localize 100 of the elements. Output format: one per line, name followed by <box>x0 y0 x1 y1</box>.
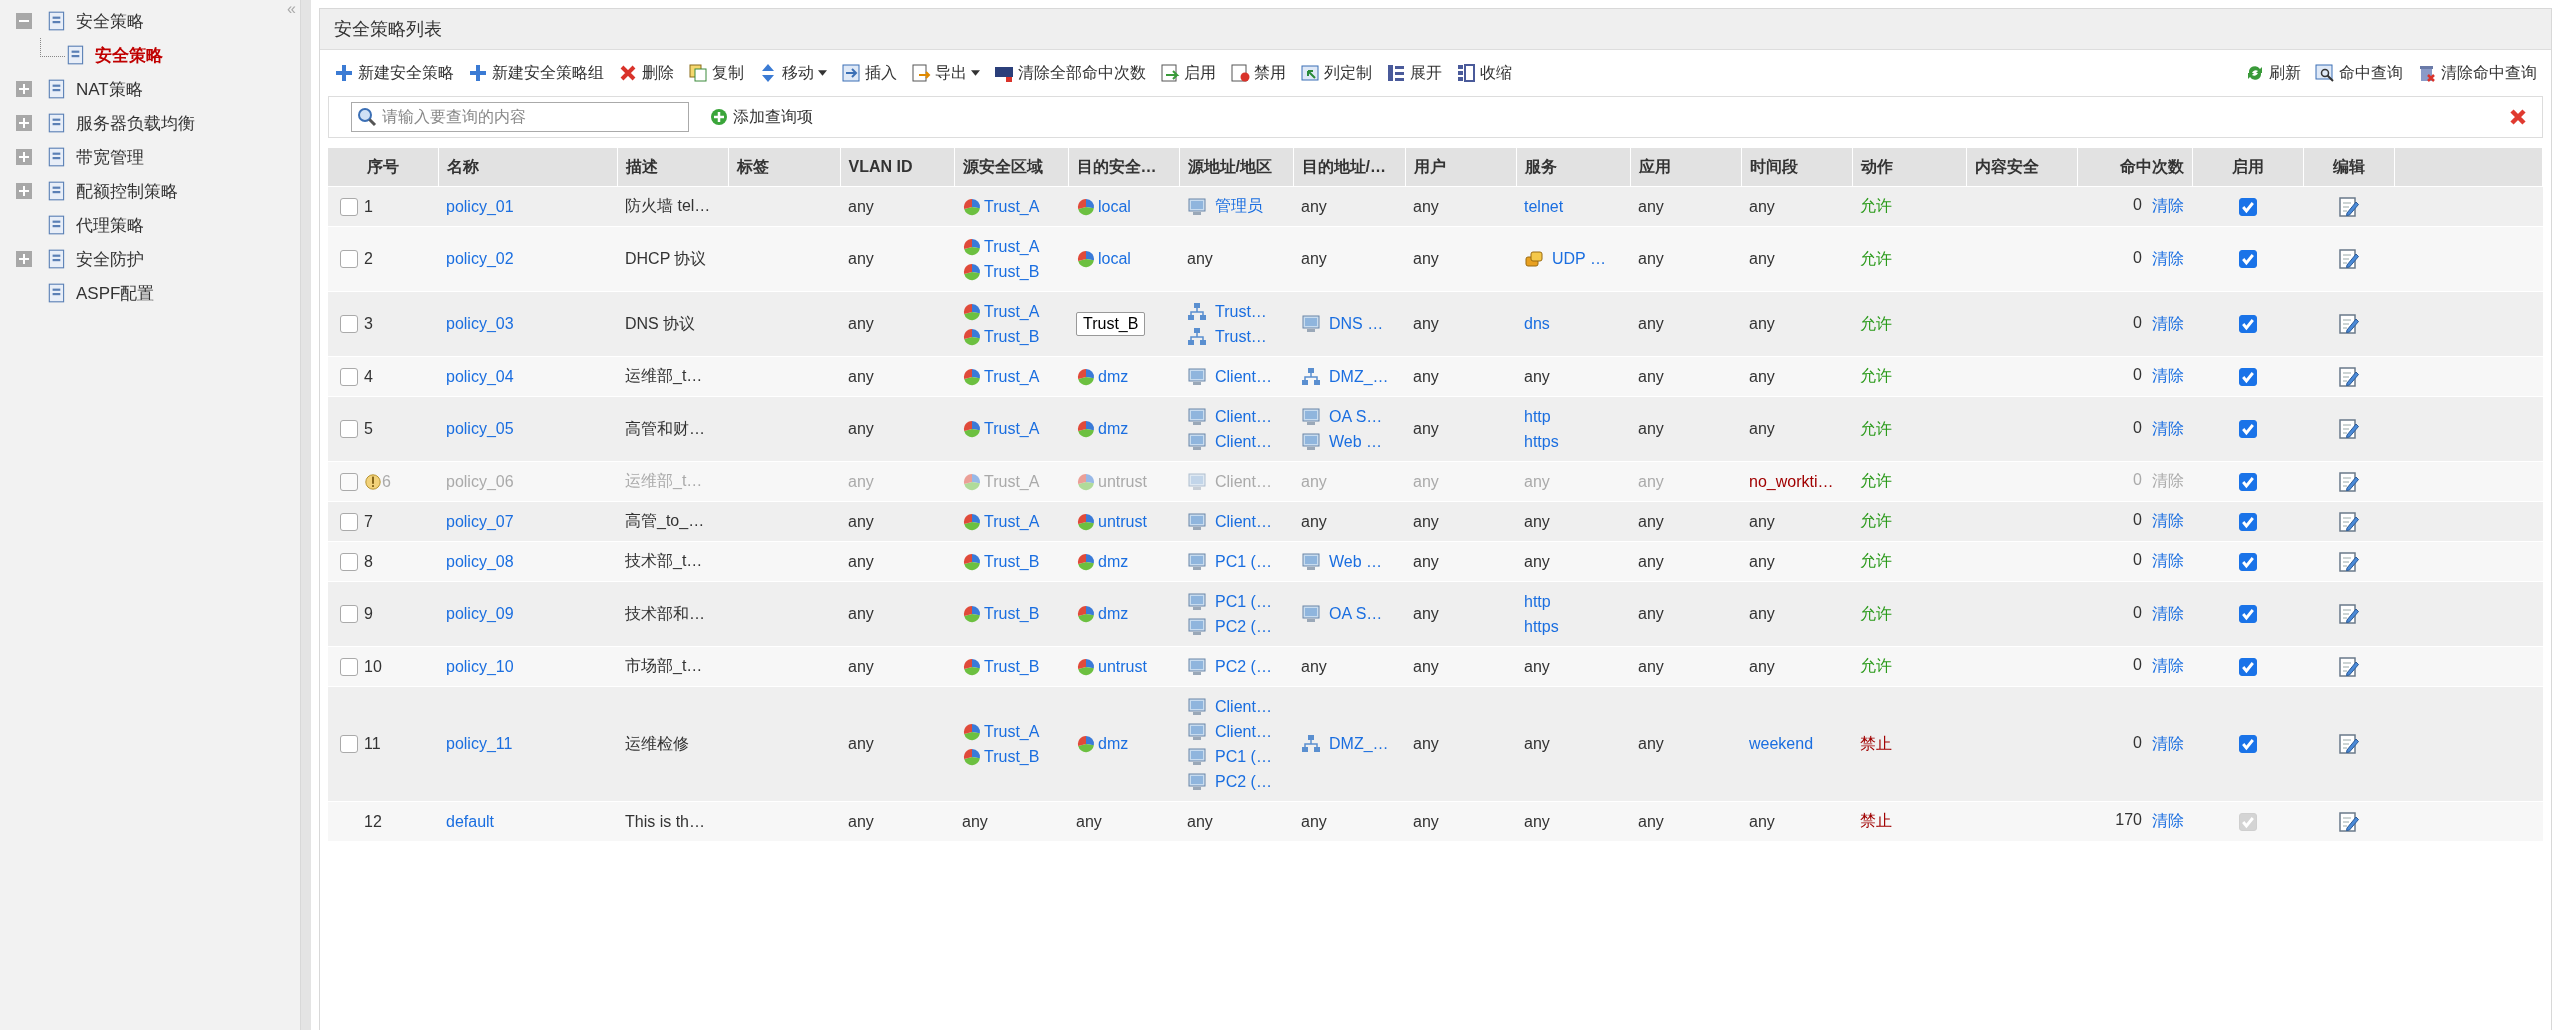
column-header[interactable]: 序号 <box>366 157 399 175</box>
address-link[interactable]: PC2 (… <box>1215 772 1272 791</box>
toolbar-button[interactable]: 禁用 <box>1230 62 1286 84</box>
policy-name-link[interactable]: policy_07 <box>446 512 514 530</box>
policy-name-link[interactable]: policy_05 <box>446 420 514 437</box>
clear-link[interactable]: 清除 <box>2152 511 2184 532</box>
address-link[interactable]: Trust… <box>1215 302 1267 321</box>
tree-item[interactable]: 代理策略 <box>76 213 144 237</box>
clear-link[interactable]: 清除 <box>2152 366 2184 387</box>
column-header[interactable]: 服务 <box>1524 157 1557 175</box>
expand-toggle[interactable] <box>16 115 32 131</box>
edit-icon[interactable] <box>2337 248 2360 270</box>
row-checkbox[interactable] <box>340 250 358 268</box>
expand-toggle[interactable] <box>16 251 32 267</box>
expand-toggle[interactable] <box>16 149 32 165</box>
zone-link[interactable]: untrust <box>1098 657 1147 676</box>
row-checkbox[interactable] <box>340 197 358 216</box>
zone-link[interactable]: dmz <box>1098 367 1129 386</box>
policy-name-link[interactable]: policy_04 <box>446 367 514 385</box>
column-header[interactable]: 内容安全 <box>1974 157 2039 175</box>
edit-icon[interactable] <box>2337 510 2360 533</box>
address-link[interactable]: PC2 (… <box>1215 617 1272 636</box>
schedule-link[interactable]: weekend <box>1749 735 1814 752</box>
row-checkbox[interactable] <box>340 552 358 571</box>
address-link[interactable]: Client… <box>1215 367 1272 386</box>
zone-link[interactable]: Trust_A <box>984 512 1040 531</box>
column-header[interactable]: 时间段 <box>1749 157 1798 175</box>
edit-icon[interactable] <box>2337 418 2360 440</box>
zone-link[interactable]: Trust_A <box>984 197 1040 216</box>
row-checkbox[interactable] <box>340 735 358 753</box>
address-link[interactable]: OA S… <box>1329 605 1383 623</box>
zone-link[interactable]: Trust_A <box>984 367 1040 386</box>
toolbar-button[interactable]: 命中查询 <box>2315 62 2403 84</box>
toolbar-button[interactable]: 新建安全策略 <box>334 62 454 84</box>
tree-item[interactable]: NAT策略 <box>76 77 143 101</box>
address-link[interactable]: DMZ_… <box>1329 735 1389 753</box>
address-link[interactable]: 管理员 <box>1215 196 1263 217</box>
toolbar-button[interactable]: 新建安全策略组 <box>468 62 604 84</box>
tree-item[interactable]: 带宽管理 <box>76 145 144 169</box>
edit-icon[interactable] <box>2337 733 2360 755</box>
clear-link[interactable]: 清除 <box>2152 603 2184 625</box>
row-checkbox[interactable] <box>340 605 358 623</box>
edit-icon[interactable] <box>2337 655 2360 678</box>
column-header[interactable]: 应用 <box>1638 157 1671 175</box>
tree-item[interactable]: 服务器负载均衡 <box>76 111 195 135</box>
address-link[interactable]: PC1 (… <box>1215 747 1272 766</box>
zone-link[interactable]: Trust_A <box>984 302 1040 321</box>
tree-item[interactable]: 安全防护 <box>76 247 144 271</box>
toolbar-button[interactable]: 移动 <box>758 62 827 84</box>
zone-link[interactable]: dmz <box>1098 735 1129 753</box>
policy-name-link[interactable]: policy_11 <box>446 735 513 752</box>
zone-link[interactable]: untrust <box>1098 512 1147 531</box>
row-checkbox[interactable] <box>340 512 358 531</box>
enable-checkbox[interactable] <box>2238 657 2257 676</box>
zone-link[interactable]: Trust_A <box>984 420 1040 438</box>
toolbar-button[interactable]: 清除全部命中次数 <box>994 62 1146 84</box>
edit-icon[interactable] <box>2337 313 2360 335</box>
column-header[interactable]: 标签 <box>736 157 769 175</box>
clear-link[interactable]: 清除 <box>2152 196 2184 217</box>
toolbar-button[interactable]: 导出 <box>911 62 980 84</box>
edit-icon[interactable] <box>2337 810 2360 833</box>
policy-name-link[interactable]: policy_02 <box>446 250 514 267</box>
clear-link[interactable]: 清除 <box>2152 313 2184 335</box>
expand-toggle[interactable] <box>16 183 32 199</box>
toolbar-button[interactable]: 插入 <box>841 62 897 84</box>
address-link[interactable]: PC1 (… <box>1215 592 1272 611</box>
edit-icon[interactable] <box>2337 603 2360 625</box>
clear-link[interactable]: 清除 <box>2152 656 2184 677</box>
column-header[interactable]: 目的地址/… <box>1301 157 1386 175</box>
tree-item[interactable]: 安全策略 <box>95 43 163 67</box>
service-link[interactable]: http <box>1524 592 1551 611</box>
column-header[interactable]: 源安全区域 <box>962 157 1043 175</box>
toolbar-button[interactable]: 收缩 <box>1456 62 1512 84</box>
column-header[interactable]: 描述 <box>625 157 658 175</box>
add-query-button[interactable]: 添加查询项 <box>709 106 813 128</box>
edit-icon[interactable] <box>2337 365 2360 388</box>
clear-link[interactable]: 清除 <box>2152 811 2184 832</box>
address-link[interactable]: DNS … <box>1329 315 1384 333</box>
zone-link[interactable]: Trust_B <box>984 605 1040 623</box>
address-link[interactable]: Client… <box>1215 407 1272 426</box>
enable-checkbox[interactable] <box>2238 420 2257 439</box>
address-link[interactable]: DMZ_… <box>1329 367 1389 386</box>
zone-link[interactable]: Trust_B <box>984 657 1040 676</box>
column-header[interactable]: 编辑 <box>2332 157 2365 175</box>
toolbar-button[interactable]: 复制 <box>688 62 744 84</box>
address-link[interactable]: Client… <box>1215 432 1272 451</box>
zone-link[interactable]: dmz <box>1098 420 1129 438</box>
policy-name-link[interactable]: policy_10 <box>446 657 514 675</box>
column-header[interactable]: 动作 <box>1860 157 1893 175</box>
expand-toggle[interactable] <box>16 81 32 97</box>
column-header[interactable]: 目的安全… <box>1076 157 1157 175</box>
enable-checkbox[interactable] <box>2238 605 2257 624</box>
close-icon[interactable] <box>2508 107 2528 127</box>
column-header[interactable]: 名称 <box>446 157 479 175</box>
enable-checkbox[interactable] <box>2238 512 2257 531</box>
address-link[interactable]: Trust… <box>1215 327 1267 346</box>
row-checkbox[interactable] <box>340 420 358 438</box>
enable-checkbox[interactable] <box>2238 367 2257 386</box>
policy-name-link[interactable]: policy_01 <box>446 197 514 215</box>
toolbar-button[interactable]: 列定制 <box>1300 62 1372 84</box>
